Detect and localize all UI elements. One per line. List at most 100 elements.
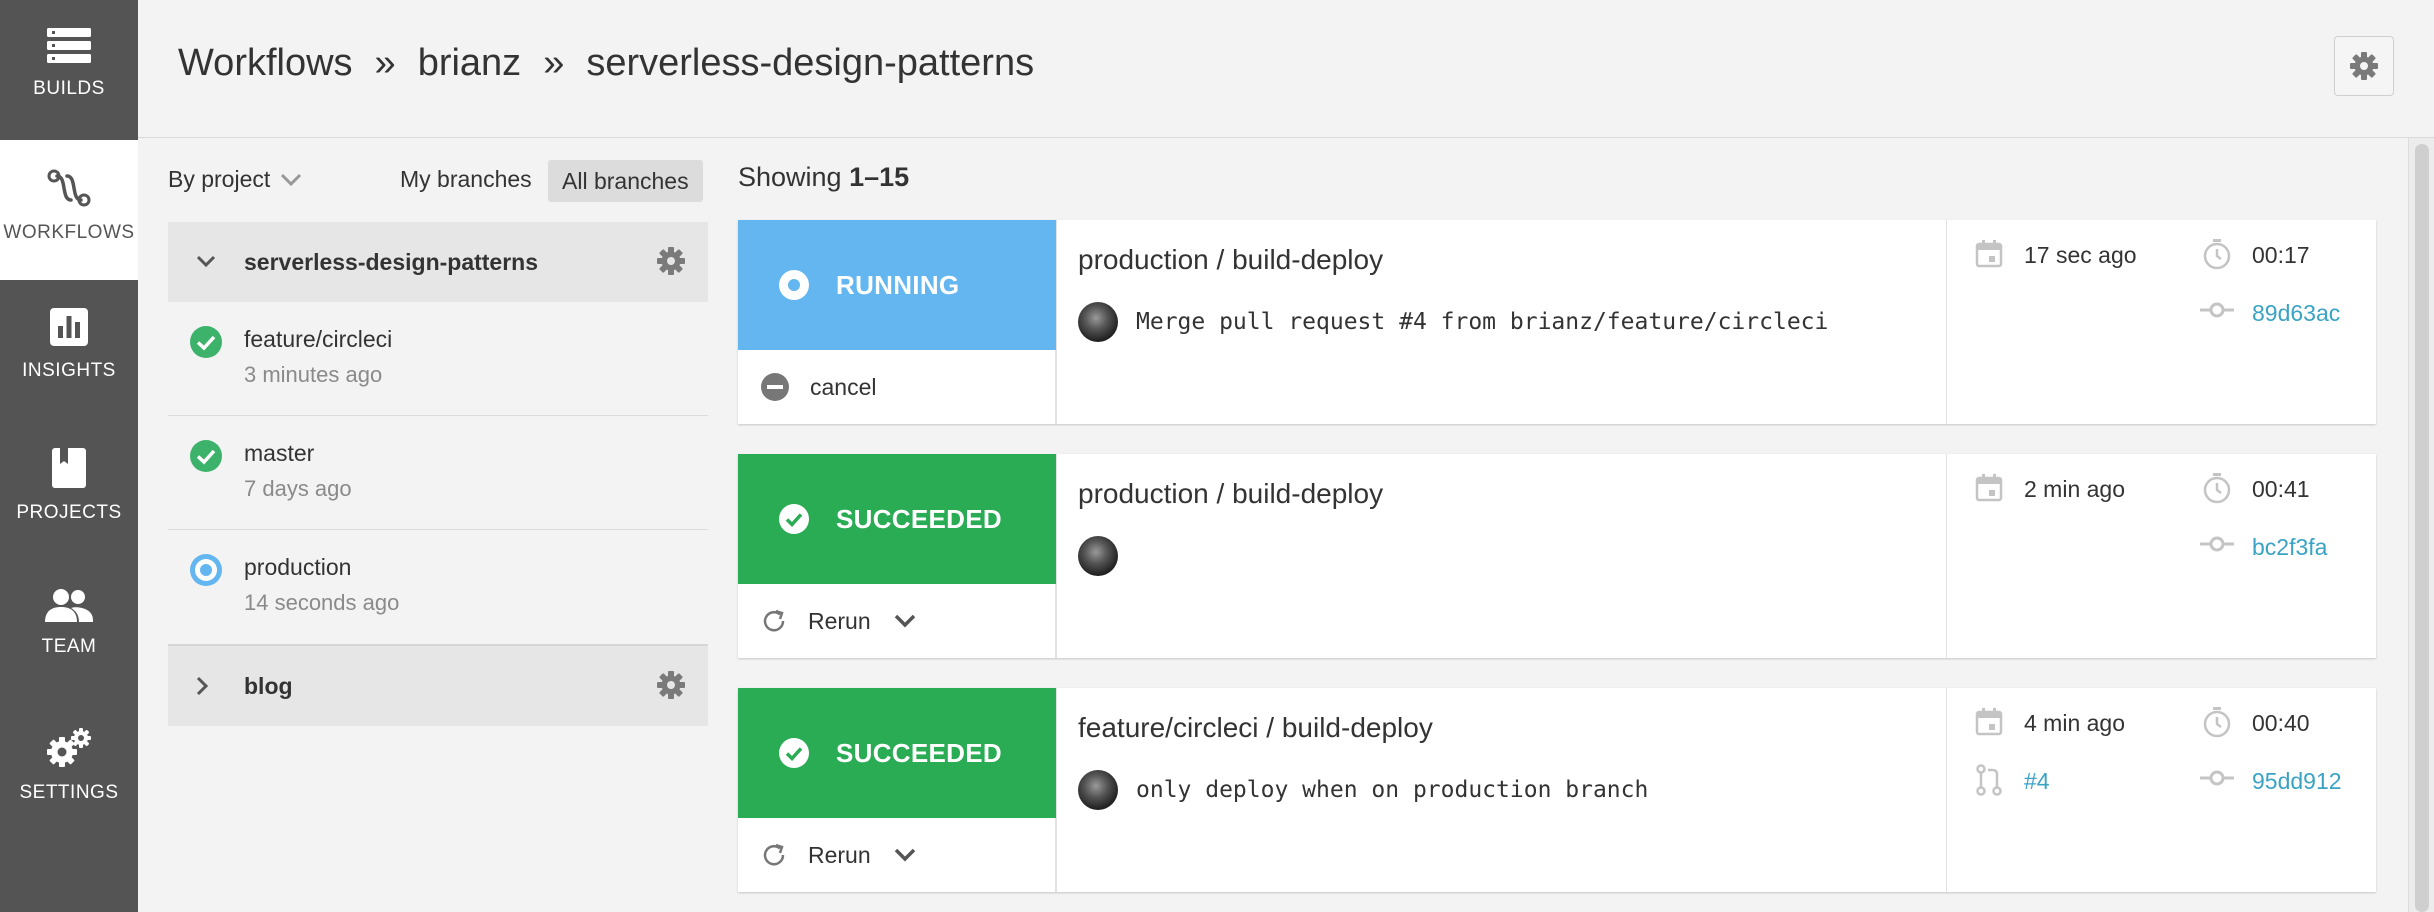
branch-name: master: [244, 440, 315, 466]
avatar: [1078, 302, 1118, 342]
workflows-icon: [47, 169, 91, 207]
status-label: RUNNING: [836, 269, 960, 300]
status-badge[interactable]: RUNNING: [738, 220, 1056, 350]
group-by-dropdown[interactable]: By project: [168, 166, 302, 193]
started-time: 17 sec ago: [2024, 242, 2137, 268]
workflow-card[interactable]: SUCCEEDED Rerun feature/circleci / build…: [738, 688, 2376, 892]
commit-hash-link[interactable]: 89d63ac: [2252, 300, 2340, 327]
group-by-label: By project: [168, 166, 271, 192]
branch-item-feature-circleci[interactable]: feature/circleci 3 minutes ago: [168, 302, 708, 416]
breadcrumb-separator: »: [543, 42, 565, 84]
branch-time: 3 minutes ago: [244, 362, 383, 387]
nav-item-builds[interactable]: BUILDS: [0, 0, 138, 140]
duration: 00:40: [2252, 710, 2310, 736]
duration: 00:17: [2252, 242, 2310, 268]
pull-request-link[interactable]: #4: [2024, 768, 2050, 795]
nav-label-team: TEAM: [41, 636, 97, 657]
showing-prefix: Showing: [738, 162, 842, 192]
gear-icon: [2350, 52, 2378, 80]
gear-icon[interactable]: [656, 246, 686, 276]
commit-icon: [2200, 302, 2234, 318]
scrollbar-thumb[interactable]: [2415, 144, 2429, 912]
branch-panel: By project My branches All branches serv…: [168, 160, 708, 726]
card-divider: [1056, 454, 1057, 658]
card-divider: [1056, 688, 1057, 892]
settings-icon: [47, 728, 91, 767]
commit-hash-link[interactable]: 95dd912: [2252, 768, 2342, 795]
status-badge[interactable]: SUCCEEDED: [738, 688, 1056, 818]
cancel-icon: [761, 373, 789, 401]
project-row-blog[interactable]: blog: [168, 646, 708, 726]
status-badge[interactable]: SUCCEEDED: [738, 454, 1056, 584]
workflow-title[interactable]: feature/circleci / build-deploy: [1078, 712, 1433, 744]
scrollbar[interactable]: [2408, 138, 2434, 912]
avatar: [1078, 770, 1118, 810]
showing-range: 1–15: [849, 162, 910, 192]
chevron-down-icon[interactable]: [893, 613, 917, 629]
commit-message: Merge pull request #4 from brianz/featur…: [1136, 309, 1829, 335]
status-label: SUCCEEDED: [836, 737, 1002, 768]
header-settings-button[interactable]: [2334, 36, 2394, 96]
nav-label-workflows: WORKFLOWS: [3, 222, 135, 243]
breadcrumb-workflows[interactable]: Workflows: [178, 42, 353, 85]
nav-label-insights: INSIGHTS: [22, 360, 116, 381]
duration: 00:41: [2252, 476, 2310, 502]
started-time: 2 min ago: [2024, 476, 2126, 502]
breadcrumb: Workflows » brianz » serverless-design-p…: [178, 42, 1034, 85]
success-check-icon: [779, 504, 809, 534]
workflow-title[interactable]: production / build-deploy: [1078, 244, 1383, 276]
commit-hash-link[interactable]: bc2f3fa: [2252, 534, 2327, 561]
nav-item-settings[interactable]: SETTINGS: [0, 700, 138, 840]
action-label: cancel: [810, 373, 877, 400]
action-label: Rerun: [808, 607, 871, 634]
page-header: Workflows » brianz » serverless-design-p…: [138, 0, 2434, 138]
branch-item-master[interactable]: master 7 days ago: [168, 416, 708, 530]
commit-info: only deploy when on production branch: [1078, 770, 1648, 810]
projects-icon: [52, 448, 86, 488]
commit-info: [1078, 536, 1136, 576]
nav-item-workflows[interactable]: WORKFLOWS: [0, 140, 138, 280]
branch-time: 14 seconds ago: [244, 590, 400, 615]
my-branches-toggle[interactable]: My branches: [400, 166, 532, 193]
breadcrumb-org[interactable]: brianz: [418, 42, 522, 85]
showing-count: Showing 1–15: [738, 162, 909, 193]
nav-item-insights[interactable]: INSIGHTS: [0, 280, 138, 420]
status-label: SUCCEEDED: [836, 503, 1002, 534]
stopwatch-icon: [2203, 473, 2231, 504]
started-time: 4 min ago: [2024, 710, 2126, 736]
card-divider: [1946, 454, 1947, 658]
breadcrumb-project[interactable]: serverless-design-patterns: [586, 42, 1034, 85]
cancel-button[interactable]: cancel: [738, 350, 1056, 424]
commit-icon: [2200, 770, 2234, 786]
chevron-down-icon: [281, 173, 302, 186]
action-label: Rerun: [808, 841, 871, 868]
card-divider: [1056, 220, 1057, 424]
success-check-icon: [190, 440, 222, 472]
nav-item-projects[interactable]: PROJECTS: [0, 420, 138, 560]
rerun-button[interactable]: Rerun: [738, 584, 1056, 658]
calendar-icon: [1975, 474, 2003, 502]
chevron-down-icon[interactable]: [893, 847, 917, 863]
workflow-card[interactable]: SUCCEEDED Rerun production / build-deplo…: [738, 454, 2376, 658]
workflow-card[interactable]: RUNNING cancel production / build-deploy…: [738, 220, 2376, 424]
insights-icon: [50, 308, 88, 346]
nav-item-team[interactable]: TEAM: [0, 560, 138, 700]
project-name: blog: [244, 672, 293, 699]
branch-item-production[interactable]: production 14 seconds ago: [168, 530, 708, 646]
chevron-down-icon: [196, 255, 216, 268]
success-check-icon: [190, 326, 222, 358]
team-icon: [45, 589, 93, 622]
branch-name: feature/circleci: [244, 326, 393, 352]
workflow-title[interactable]: production / build-deploy: [1078, 478, 1383, 510]
running-status-icon: [190, 554, 222, 586]
refresh-icon: [763, 609, 785, 632]
all-branches-toggle[interactable]: All branches: [548, 160, 703, 202]
gear-icon[interactable]: [656, 670, 686, 700]
rerun-button[interactable]: Rerun: [738, 818, 1056, 892]
nav-label-builds: BUILDS: [33, 78, 105, 99]
project-row-serverless-design-patterns[interactable]: serverless-design-patterns: [168, 222, 708, 302]
calendar-icon: [1975, 708, 2003, 736]
stopwatch-icon: [2203, 239, 2231, 270]
commit-info: Merge pull request #4 from brianz/featur…: [1078, 302, 1828, 342]
pull-request-icon: [1976, 764, 2002, 796]
